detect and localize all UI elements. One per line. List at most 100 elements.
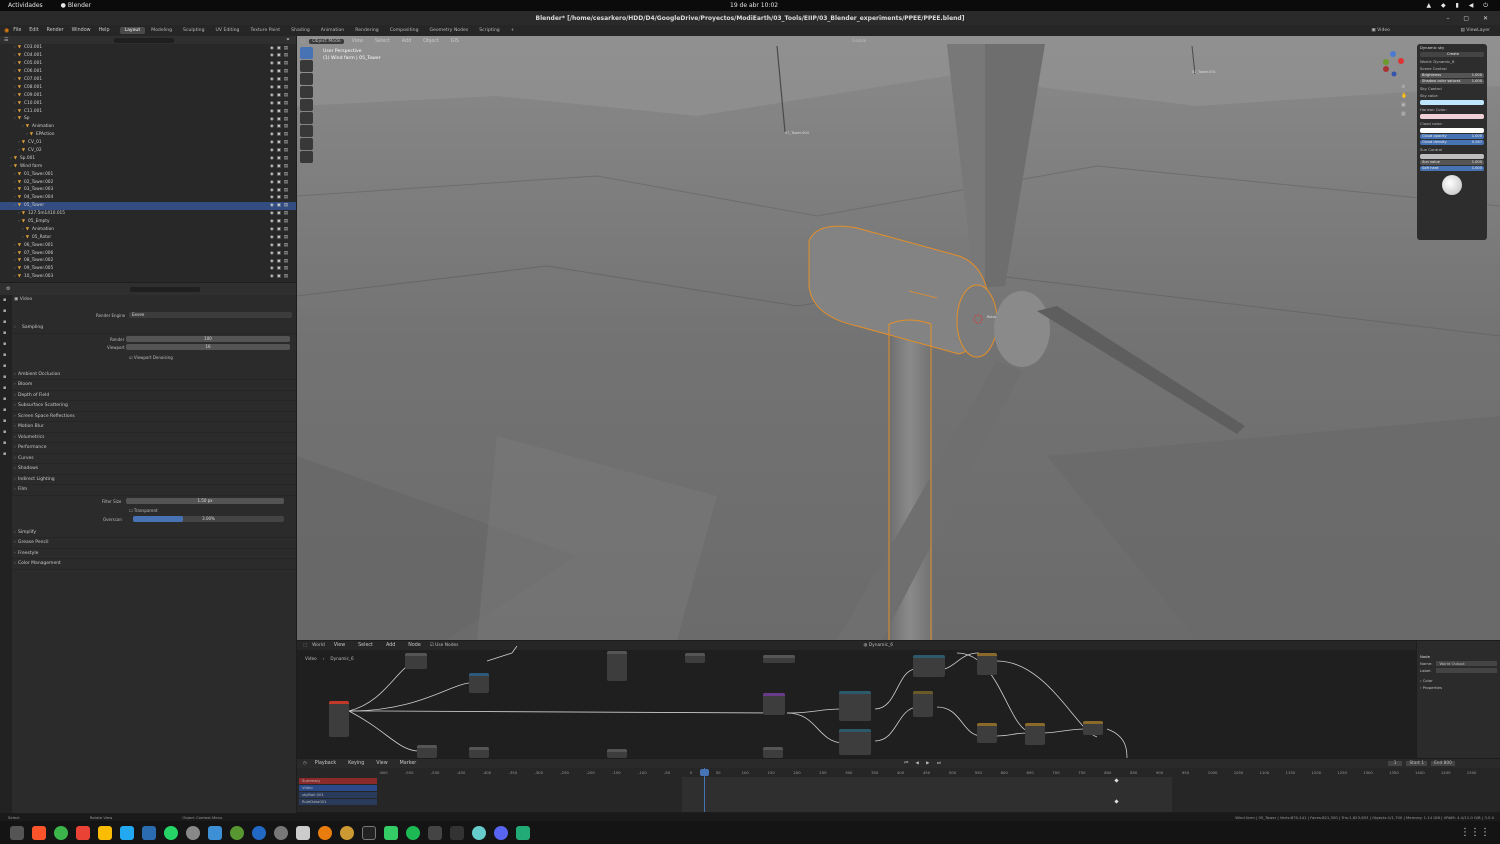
viewport-menu-gis[interactable]: GIS — [447, 39, 463, 44]
annotate-tool-icon[interactable] — [300, 125, 313, 137]
shader-node[interactable] — [405, 653, 427, 669]
expand-arrow-icon[interactable]: › — [14, 109, 16, 114]
outliner-row[interactable]: ›▼C03.001◉▣▤ — [0, 44, 296, 52]
outliner-row[interactable]: ›▼05_Empty◉▣▤ — [0, 218, 296, 226]
node-properties-section[interactable]: › Properties — [1417, 684, 1500, 691]
render-icon[interactable]: ▤ — [284, 219, 288, 224]
menu-render[interactable]: Render — [43, 28, 68, 33]
expand-arrow-icon[interactable]: › — [14, 77, 16, 82]
viewport-menu-select[interactable]: Select — [371, 39, 394, 44]
outliner-filter-icon[interactable]: ⏷ — [286, 37, 290, 43]
camera-icon[interactable]: ▣ — [277, 53, 281, 58]
cloud-density-slider[interactable]: Cloud density0.267 — [1420, 140, 1484, 145]
gmail-icon[interactable] — [76, 826, 90, 840]
render-icon[interactable]: ▤ — [284, 69, 288, 74]
timeline-menu-keying[interactable]: Keying — [344, 761, 368, 766]
render-icon[interactable]: ▤ — [284, 140, 288, 145]
camera-icon[interactable]: ▣ — [277, 109, 281, 114]
shader-node[interactable] — [1083, 721, 1103, 735]
object-mode-dropdown[interactable]: Object Mode — [309, 39, 343, 44]
expand-arrow-icon[interactable]: › — [10, 156, 12, 161]
shader-node[interactable] — [417, 745, 437, 758]
properties-section[interactable]: Performance — [0, 443, 296, 454]
shader-node-editor[interactable]: ⬚ World View Select Add Node ☑ Use Nodes… — [297, 641, 1416, 758]
camera-view-icon[interactable]: ▣ — [1401, 102, 1407, 108]
workspace-tab-uv-editing[interactable]: UV Editing — [211, 27, 245, 34]
camera-icon[interactable]: ▣ — [277, 148, 281, 153]
workspace-tab-layout[interactable]: Layout — [120, 27, 146, 34]
render-icon[interactable]: ▤ — [284, 85, 288, 90]
move-tool-icon[interactable] — [300, 73, 313, 85]
expand-arrow-icon[interactable]: › — [22, 235, 24, 240]
outliner-row[interactable]: ›▼02_Tower.002◉▣▤ — [0, 178, 296, 186]
properties-section[interactable]: Screen Space Reflections — [0, 412, 296, 423]
render-icon[interactable]: ▤ — [284, 243, 288, 248]
render-icon[interactable]: ▤ — [284, 211, 288, 216]
spreadsheet-icon[interactable] — [516, 826, 530, 840]
node-name-field[interactable]: World Output — [1436, 661, 1497, 666]
camera-icon[interactable]: ▣ — [277, 69, 281, 74]
node-label-field[interactable] — [1436, 668, 1497, 673]
shader-node[interactable] — [913, 655, 945, 677]
camera-icon[interactable]: ▣ — [277, 93, 281, 98]
eye-icon[interactable]: ◉ — [270, 117, 274, 122]
menu-window[interactable]: Window — [68, 28, 95, 33]
horizon-color-swatch[interactable] — [1420, 114, 1484, 119]
expand-arrow-icon[interactable]: › — [14, 69, 16, 74]
camera-icon[interactable]: ▣ — [277, 188, 281, 193]
measure-tool-icon[interactable] — [300, 138, 313, 150]
expand-arrow-icon[interactable]: › — [14, 53, 16, 58]
camera-icon[interactable]: ▣ — [277, 77, 281, 82]
transform-orientation-dropdown[interactable]: Global — [852, 39, 866, 44]
eye-icon[interactable]: ◉ — [270, 180, 274, 185]
expand-arrow-icon[interactable]: › — [14, 172, 16, 177]
camera-icon[interactable]: ▣ — [277, 61, 281, 66]
menu-help[interactable]: Help — [95, 28, 114, 33]
render-icon[interactable]: ▤ — [284, 61, 288, 66]
camera-icon[interactable]: ▣ — [277, 164, 281, 169]
outliner-search-input[interactable] — [114, 38, 174, 43]
render-icon[interactable]: ▤ — [284, 227, 288, 232]
camera-icon[interactable]: ▣ — [277, 195, 281, 200]
camera-icon[interactable]: ▣ — [277, 180, 281, 185]
material-tab-icon[interactable]: ▪ — [3, 440, 9, 446]
eye-icon[interactable]: ◉ — [270, 140, 274, 145]
eye-icon[interactable]: ◉ — [270, 109, 274, 114]
menu-edit[interactable]: Edit — [25, 28, 42, 33]
expand-arrow-icon[interactable]: › — [26, 132, 28, 137]
render-tab-icon[interactable]: ▪ — [3, 308, 9, 314]
outliner-row[interactable]: ›▼05_Tower◉▣▤ — [0, 202, 296, 210]
properties-section[interactable]: Motion Blur — [0, 422, 296, 433]
timeline-channel[interactable]: Video — [299, 785, 377, 791]
spotify-icon[interactable] — [406, 826, 420, 840]
outliner-row[interactable]: ›▼07_Tower.006◉▣▤ — [0, 249, 296, 257]
transform-tool-icon[interactable] — [300, 112, 313, 124]
properties-section[interactable]: Grease Pencil — [0, 538, 296, 549]
end-frame-field[interactable]: End 800 — [1431, 761, 1455, 766]
outliner-row[interactable]: ›▼C10.001◉▣▤ — [0, 99, 296, 107]
cloud-color-swatch[interactable] — [1420, 128, 1484, 133]
shader-node[interactable] — [1025, 723, 1045, 745]
timeline-menu-view[interactable]: View — [372, 761, 391, 766]
outliner-row[interactable]: ›▼C08.001◉▣▤ — [0, 83, 296, 91]
physics-tab-icon[interactable]: ▪ — [3, 407, 9, 413]
view-layer-selector[interactable]: ▤ ViewLayer — [1460, 28, 1490, 33]
select-tool-icon[interactable] — [300, 47, 313, 59]
camera-icon[interactable]: ▣ — [277, 101, 281, 106]
3d-viewport[interactable]: ⬚ Object Mode View Select Add Object GIS… — [297, 36, 1500, 640]
render-icon[interactable]: ▤ — [284, 101, 288, 106]
eye-icon[interactable]: ◉ — [270, 124, 274, 129]
eye-icon[interactable]: ◉ — [270, 148, 274, 153]
sky-color-swatch[interactable] — [1420, 100, 1484, 105]
eye-icon[interactable]: ◉ — [270, 195, 274, 200]
workspace-tab-scripting[interactable]: Scripting — [474, 27, 504, 34]
camera-icon[interactable]: ▣ — [277, 211, 281, 216]
viewport-samples-field[interactable]: 16 — [126, 344, 290, 350]
eye-icon[interactable]: ◉ — [270, 69, 274, 74]
camera-icon[interactable]: ▣ — [277, 235, 281, 240]
render-icon[interactable]: ▤ — [284, 235, 288, 240]
render-engine-dropdown[interactable]: Eevee — [129, 312, 292, 318]
expand-arrow-icon[interactable]: › — [14, 243, 16, 248]
add-workspace-button[interactable]: + — [506, 27, 520, 34]
shader-node[interactable] — [685, 653, 705, 663]
